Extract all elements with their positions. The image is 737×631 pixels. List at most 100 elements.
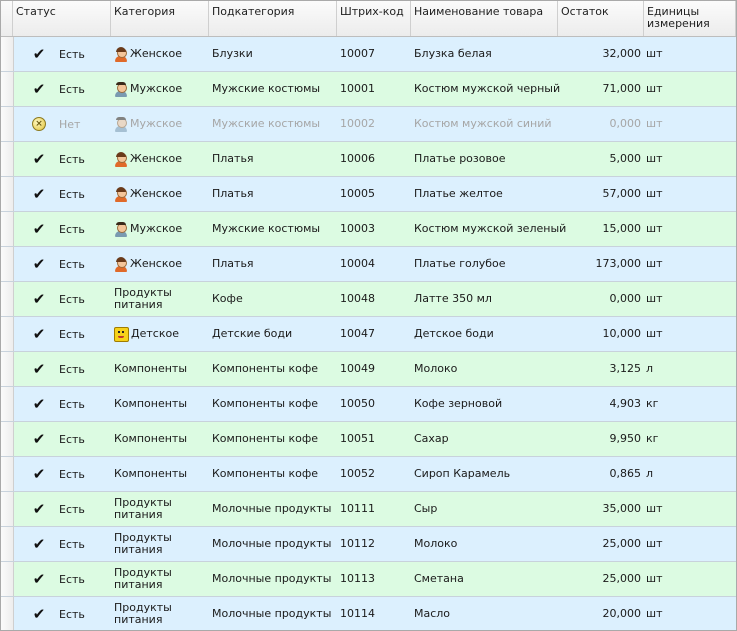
row-indicator[interactable] [1,212,14,246]
row-indicator[interactable] [1,72,14,106]
subcategory-cell: Платья [212,152,254,165]
stock-cell: 9,950 [609,432,642,445]
subcategory-cell: Кофе [212,292,243,305]
category-label: Компоненты [114,432,188,445]
category-cell: Мужское [111,72,209,106]
column-header-category[interactable]: Категория [111,1,209,36]
category-label: Продукты питания [114,566,172,591]
check-icon: ✔ [32,150,46,168]
product-name-cell: Костюм мужской синий [414,117,552,130]
status-cell: Нет [59,117,81,131]
status-cell: Есть [59,537,85,551]
man-icon [114,116,128,132]
row-indicator[interactable] [1,352,14,386]
unit-cell: л [646,467,654,480]
unit-cell: шт [646,327,663,340]
table-row[interactable]: ✔ Есть Женское Блузки 10007 Блузка белая 32,00… [1,37,736,72]
table-row[interactable]: ✔ Есть Продукты питания Молочные продукты 10… [1,562,736,597]
product-name-cell: Сметана [414,572,464,585]
category-cell: Женское [111,37,209,71]
product-name-cell: Масло [414,607,451,620]
row-indicator[interactable] [1,562,14,596]
product-name-cell: Блузка белая [414,47,492,60]
barcode-cell: 10005 [340,187,375,200]
barcode-cell: 10114 [340,607,375,620]
status-cell: Есть [59,467,85,481]
table-row[interactable]: ✔ Есть Компоненты Компоненты кофе 10052 Сироп… [1,457,736,492]
category-label: Мужское [130,222,183,235]
subcategory-cell: Платья [212,187,254,200]
row-indicator[interactable] [1,317,14,351]
check-icon: ✔ [32,360,46,378]
table-row[interactable]: ✔ Есть Женское Платья 10005 Платье желтое 57,0… [1,177,736,212]
column-header-stock[interactable]: Остаток [558,1,644,36]
unit-cell: кг [646,432,659,445]
barcode-cell: 10001 [340,82,375,95]
category-label: Женское [130,257,182,270]
subcategory-cell: Молочные продукты [212,502,332,515]
category-cell: Компоненты [111,457,209,491]
table-row[interactable]: ✔ Есть Компоненты Компоненты кофе 10050 Кофе … [1,387,736,422]
table-row[interactable]: ✔ Есть Продукты питания Молочные продукты 10… [1,492,736,527]
column-header-barcode[interactable]: Штрих-код [337,1,411,36]
stock-cell: 57,000 [602,187,642,200]
row-indicator[interactable] [1,282,14,316]
row-indicator[interactable] [1,107,14,141]
stock-cell: 35,000 [602,502,642,515]
column-header-product-name[interactable]: Наименование товара [411,1,558,36]
status-cell: Есть [59,292,85,306]
subcategory-cell: Компоненты кофе [212,467,319,480]
woman-icon [114,186,128,202]
table-row[interactable]: ✔ Есть Компоненты Компоненты кофе 10049 Молок… [1,352,736,387]
column-header-subcategory[interactable]: Подкатегория [209,1,337,36]
barcode-cell: 10051 [340,432,375,445]
check-icon: ✔ [32,570,46,588]
table-row[interactable]: ✔ Есть Продукты питания Кофе 10048 Латте 350 … [1,282,736,317]
category-cell: Продукты питания [111,597,209,630]
product-name-cell: Костюм мужской черный [414,82,561,95]
table-row[interactable]: ✔ Есть Женское Платья 10006 Платье розовое 5,0… [1,142,736,177]
column-header-status[interactable]: Статус [13,1,111,36]
table-row[interactable]: ✔ Есть Мужское Мужские костюмы 10003 Костюм м… [1,212,736,247]
barcode-cell: 10052 [340,467,375,480]
barcode-cell: 10113 [340,572,375,585]
product-name-cell: Платье голубое [414,257,506,270]
unit-cell: кг [646,397,659,410]
check-icon: ✔ [32,500,46,518]
column-header-unit[interactable]: Единицы измерения [644,1,736,36]
category-cell: Компоненты [111,422,209,456]
stock-cell: 10,000 [602,327,642,340]
row-indicator[interactable] [1,387,14,421]
category-label: Продукты питания [114,601,172,626]
row-indicator[interactable] [1,247,14,281]
row-indicator[interactable] [1,422,14,456]
product-name-cell: Сыр [414,502,438,515]
stock-cell: 173,000 [595,257,642,270]
row-indicator[interactable] [1,492,14,526]
table-row[interactable]: ✔ Есть Компоненты Компоненты кофе 10051 Сахар… [1,422,736,457]
row-indicator[interactable] [1,37,14,71]
row-indicator[interactable] [1,177,14,211]
row-indicator[interactable] [1,142,14,176]
subcategory-cell: Компоненты кофе [212,362,319,375]
stock-cell: 0,000 [609,117,642,130]
status-cell: Есть [59,327,85,341]
barcode-cell: 10006 [340,152,375,165]
category-label: Женское [130,47,182,60]
woman-icon [114,151,128,167]
cross-circle-icon: × [31,116,47,132]
status-cell: Есть [59,572,85,586]
row-indicator[interactable] [1,527,14,561]
status-cell: Есть [59,187,85,201]
category-cell: Женское [111,247,209,281]
table-row[interactable]: ✔ Есть Мужское Мужские костюмы 10001 Костюм м… [1,72,736,107]
table-row[interactable]: × Нет Мужское Мужские костюмы 10002 Костюм му… [1,107,736,142]
table-row[interactable]: ✔ Есть Детское Детские боди 10047 Детское бод… [1,317,736,352]
category-cell: Продукты питания [111,562,209,596]
table-row[interactable]: ✔ Есть Продукты питания Молочные продукты 10… [1,597,736,630]
table-row[interactable]: ✔ Есть Женское Платья 10004 Платье голубое 173… [1,247,736,282]
row-indicator[interactable] [1,457,14,491]
row-indicator[interactable] [1,597,14,630]
category-label: Продукты питания [114,531,172,556]
table-row[interactable]: ✔ Есть Продукты питания Молочные продукты 10… [1,527,736,562]
